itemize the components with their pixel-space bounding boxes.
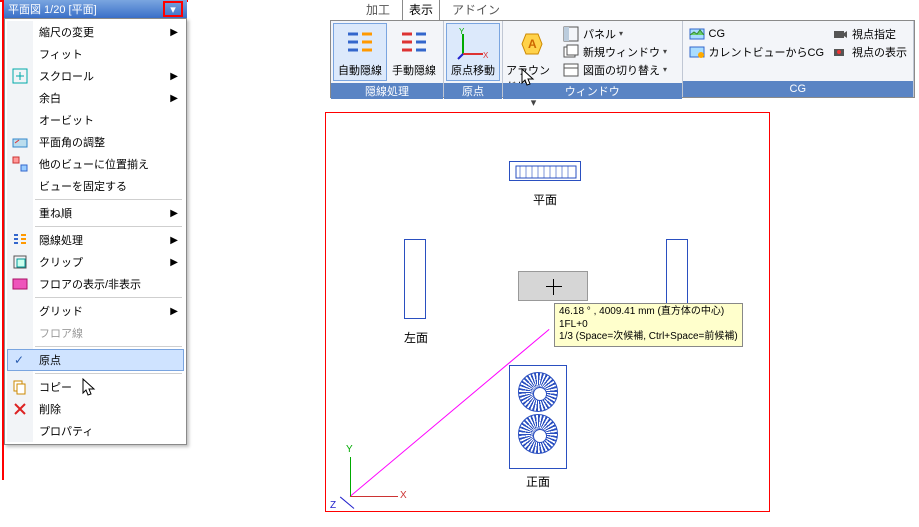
view-title-dropdown[interactable]: ▾ xyxy=(163,1,183,17)
hidden-line-icon xyxy=(12,232,28,248)
menu-copy[interactable]: コピー xyxy=(7,376,184,398)
menu-scroll[interactable]: スクロール▶ xyxy=(7,65,184,87)
view-title-bar: 平面図 1/20 [平面] ▾ xyxy=(4,0,187,18)
menu-origin[interactable]: ✓ 原点 xyxy=(7,349,184,371)
auto-hidden-line-icon xyxy=(344,28,376,60)
group-window-label: ウィンドウ xyxy=(503,83,682,99)
group-hidden-line-label: 隠線処理 xyxy=(331,83,443,99)
camera-eye-icon xyxy=(832,44,848,60)
drawing-canvas[interactable]: 平面 左面 右面 46.18 ° , 4009.41 mm (直方体の中心) 1… xyxy=(325,112,770,512)
current-view-to-cg-button[interactable]: カレントビューからCG xyxy=(689,43,825,60)
svg-text:A: A xyxy=(528,37,537,51)
menu-plan-angle[interactable]: 平面角の調整 xyxy=(7,131,184,153)
svg-text:X: X xyxy=(483,51,489,60)
tab-processing[interactable]: 加工 xyxy=(360,0,396,20)
menu-z-order[interactable]: 重ね順▶ xyxy=(7,202,184,224)
left-label: 左面 xyxy=(396,329,436,346)
around-view-icon: A xyxy=(516,28,548,60)
menu-properties[interactable]: プロパティ xyxy=(7,420,184,442)
menu-floor-visibility[interactable]: フロアの表示/非表示 xyxy=(7,273,184,295)
menu-fit[interactable]: フィット xyxy=(7,43,184,65)
cg-icon xyxy=(689,26,705,42)
tab-display[interactable]: 表示 xyxy=(402,0,440,20)
delete-icon xyxy=(12,401,28,417)
new-window-icon xyxy=(563,44,579,60)
axis-z xyxy=(340,497,354,509)
menu-scale-change[interactable]: 縮尺の変更▶ xyxy=(7,21,184,43)
clip-icon xyxy=(12,254,28,270)
angle-icon xyxy=(12,134,28,150)
new-window-button[interactable]: 新規ウィンドウ▾ xyxy=(563,43,667,60)
panel-icon xyxy=(563,26,579,42)
menu-clip[interactable]: クリップ▶ xyxy=(7,251,184,273)
unit-front-view xyxy=(509,365,567,469)
coordinate-tooltip: 46.18 ° , 4009.41 mm (直方体の中心) 1FL+0 1/3 … xyxy=(554,303,743,347)
menu-margin[interactable]: 余白▶ xyxy=(7,87,184,109)
viewpoint-display-button[interactable]: 視点の表示 xyxy=(832,43,907,60)
camera-icon xyxy=(832,26,848,42)
fan-icon xyxy=(518,372,558,412)
view-context-menu: 縮尺の変更▶ フィット スクロール▶ 余白▶ オービット 平面角の調整 他のビュ… xyxy=(4,18,187,445)
fan-icon xyxy=(518,414,558,454)
menu-delete[interactable]: 削除 xyxy=(7,398,184,420)
front-label: 正面 xyxy=(518,473,558,490)
menu-orbit[interactable]: オービット xyxy=(7,109,184,131)
menu-floor-line: フロア線 xyxy=(7,322,184,344)
auto-hidden-line-button[interactable]: 自動隠線▾ xyxy=(333,23,387,81)
align-icon xyxy=(12,156,28,172)
group-origin-label: 原点 xyxy=(444,83,502,99)
cg-button[interactable]: CG xyxy=(689,25,825,42)
view-title: 平面図 1/20 [平面] xyxy=(8,1,97,17)
move-origin-button[interactable]: YX 原点移動 xyxy=(446,23,500,81)
floor-icon xyxy=(12,276,28,292)
axis-y-label: Y xyxy=(346,444,353,455)
menu-align-views[interactable]: 他のビューに位置揃え xyxy=(7,153,184,175)
plan-label: 平面 xyxy=(525,191,565,208)
unit-left-view xyxy=(404,239,426,319)
ribbon: 自動隠線▾ 手動隠線▾ 隠線処理 YX 原点移動 原点 xyxy=(330,20,915,98)
ribbon-tabs: 加工 表示 アドイン xyxy=(330,0,915,20)
move-origin-icon: YX xyxy=(457,28,489,60)
viewpoint-spec-button[interactable]: 視点指定 xyxy=(832,25,907,42)
switch-icon xyxy=(563,62,579,78)
around-view-button[interactable]: A アラウンドビュー▾ xyxy=(505,23,559,81)
check-icon: ✓ xyxy=(14,353,24,367)
menu-lock-view[interactable]: ビューを固定する xyxy=(7,175,184,197)
menu-hidden-line[interactable]: 隠線処理▶ xyxy=(7,229,184,251)
current-view-cg-icon xyxy=(689,44,705,60)
group-cg-label: CG xyxy=(683,81,914,97)
axis-x-label: X xyxy=(400,490,407,501)
axis-z-label: Z xyxy=(330,500,336,511)
menu-grid[interactable]: グリッド▶ xyxy=(7,300,184,322)
svg-text:Y: Y xyxy=(459,27,465,36)
scroll-icon xyxy=(12,68,28,84)
switch-drawing-button[interactable]: 図面の切り替え▾ xyxy=(563,61,667,78)
copy-icon xyxy=(12,379,28,395)
tab-addin[interactable]: アドイン xyxy=(446,0,506,20)
unit-plan-view xyxy=(509,161,581,181)
panel-button[interactable]: パネル▾ xyxy=(563,25,667,42)
manual-hidden-line-icon xyxy=(398,28,430,60)
axis-y xyxy=(350,457,351,497)
crosshair-icon xyxy=(550,283,558,291)
manual-hidden-line-button[interactable]: 手動隠線▾ xyxy=(387,23,441,81)
axis-x xyxy=(350,496,398,497)
